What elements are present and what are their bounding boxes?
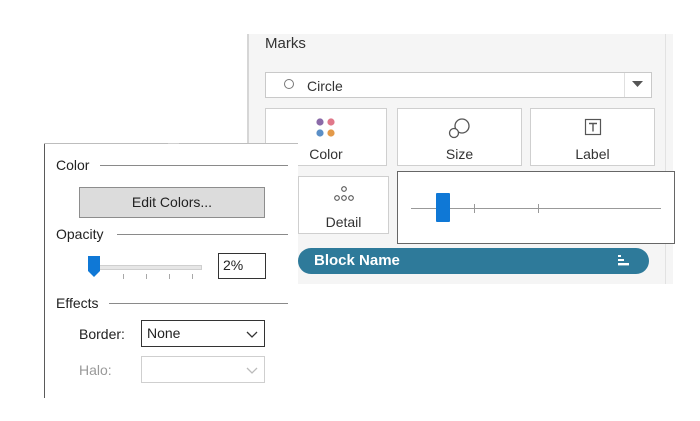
pill-label: Block Name [314, 252, 400, 269]
opacity-value-input[interactable]: 2% [218, 253, 266, 279]
sort-bars-icon [618, 255, 629, 266]
chevron-down-icon [246, 367, 258, 374]
color-dots-icon [316, 118, 335, 137]
popup-top-border [44, 143, 168, 144]
size-shelf-button[interactable]: Size [397, 108, 522, 166]
popup-top-border [179, 143, 298, 144]
opacity-slider-tick [169, 274, 170, 279]
text-box-icon [584, 118, 601, 136]
size-slider-popup [397, 171, 675, 244]
opacity-slider-tick [123, 274, 124, 279]
marks-card-left-edge [247, 34, 249, 147]
block-name-pill[interactable]: Block Name [298, 248, 649, 274]
marks-card-right-edge [665, 34, 666, 284]
mark-type-label: Circle [307, 78, 343, 94]
size-circles-icon [448, 118, 470, 139]
dropdown-button[interactable] [624, 73, 651, 97]
opacity-slider-tick [192, 274, 193, 279]
opacity-slider-thumb[interactable] [87, 256, 101, 278]
size-shelf-label: Size [445, 146, 474, 162]
chevron-down-icon [246, 331, 258, 338]
border-select[interactable]: None [141, 320, 265, 347]
halo-select [141, 356, 265, 383]
opacity-section-title: Opacity [56, 226, 104, 242]
size-slider-thumb[interactable] [436, 193, 450, 222]
section-divider [109, 303, 288, 304]
detail-dots-icon [333, 186, 354, 201]
label-shelf-button[interactable]: Label [530, 108, 655, 166]
opacity-slider-track[interactable] [88, 265, 202, 270]
border-label: Border: [79, 326, 125, 342]
section-divider [100, 165, 288, 166]
halo-label: Halo: [79, 362, 112, 378]
size-slider-tick [538, 204, 539, 213]
mark-type-dropdown[interactable]: Circle [265, 72, 652, 98]
detail-shelf-label: Detail [325, 214, 362, 230]
color-section-title: Color [56, 157, 90, 173]
label-shelf-label: Label [575, 146, 610, 162]
border-select-value: None [147, 325, 181, 341]
edit-colors-button[interactable]: Edit Colors... [79, 187, 265, 218]
detail-shelf-button[interactable]: Detail [298, 176, 389, 234]
section-divider [117, 234, 288, 235]
circle-outline-icon [284, 79, 294, 89]
opacity-slider-tick [146, 274, 147, 279]
caret-down-icon [632, 81, 643, 87]
effects-section-title: Effects [56, 295, 99, 311]
marks-title: Marks [265, 35, 306, 52]
size-slider-tick [474, 204, 475, 213]
